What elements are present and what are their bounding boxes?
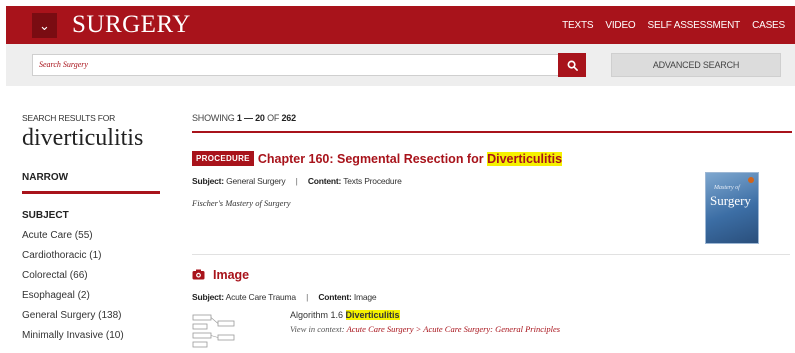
results-count: SHOWING 1 — 20 OF 262 — [192, 113, 792, 123]
subject-label: Subject: — [192, 176, 224, 186]
menu-toggle-button[interactable]: ⌄ — [32, 13, 57, 38]
meta-separator: | — [295, 176, 298, 186]
top-header: ⌄ SURGERY TEXTS VIDEO SELF ASSESSMENT CA… — [6, 6, 795, 44]
results-range: 1 — 20 — [236, 113, 265, 123]
chevron-down-icon: ⌄ — [39, 17, 50, 33]
results-header: SHOWING 1 — 20 OF 262 — [192, 113, 792, 133]
cover-title-line2: Surgery — [710, 193, 751, 208]
facet-general-surgery[interactable]: General Surgery (138) — [22, 310, 162, 321]
algorithm-label: Algorithm 1.6 — [290, 310, 346, 320]
narrow-divider — [22, 191, 160, 194]
subject-label: Subject: — [192, 292, 224, 302]
subject-heading: SUBJECT — [22, 210, 69, 221]
advanced-search-button[interactable]: ADVANCED SEARCH — [611, 53, 781, 77]
subject-value: Acute Care Trauma — [225, 292, 297, 302]
context-link[interactable]: Acute Care Surgery > Acute Care Surgery:… — [347, 324, 560, 334]
result-title-text: Chapter 160: Segmental Resection for — [257, 151, 488, 166]
meta-separator: | — [306, 292, 309, 302]
search-icon — [567, 60, 578, 71]
result-title-link[interactable]: Chapter 160: Segmental Resection for Div… — [257, 151, 563, 166]
cover-title-line1: Mastery of — [714, 185, 740, 191]
result-title-link[interactable]: Image — [213, 268, 249, 282]
cover-badge — [748, 177, 754, 183]
result-item-image: Image Subject: Acute Care Trauma | Conte… — [192, 266, 792, 302]
nav-video[interactable]: VIDEO — [605, 20, 635, 31]
showing-label: SHOWING — [192, 113, 235, 123]
content-label: Content: — [307, 176, 342, 186]
context-label: View in context: — [290, 324, 345, 334]
results-total: 262 — [281, 113, 296, 123]
search-band: Search Surgery ADVANCED SEARCH — [6, 44, 795, 86]
view-in-context: View in context: Acute Care Surgery > Ac… — [290, 324, 560, 334]
facet-acute-care[interactable]: Acute Care (55) — [22, 230, 162, 241]
content-label: Content: — [318, 292, 352, 302]
facet-minimally-invasive[interactable]: Minimally Invasive (10) — [22, 330, 162, 341]
result-meta: Subject: General Surgery | Content: Text… — [192, 176, 792, 186]
result-source: Fischer's Mastery of Surgery — [192, 198, 291, 208]
top-nav: TEXTS VIDEO SELF ASSESSMENT CASES — [562, 6, 785, 44]
search-input[interactable]: Search Surgery — [32, 54, 564, 76]
search-query-term: diverticulitis — [22, 125, 144, 151]
book-cover-image[interactable]: Mastery of Surgery — [705, 172, 759, 244]
algorithm-caption: Algorithm 1.6 Diverticulitis — [290, 310, 400, 320]
facet-esophageal[interactable]: Esophageal (2) — [22, 290, 162, 301]
content-value: Texts Procedure — [343, 176, 402, 186]
facet-colorectal[interactable]: Colorectal (66) — [22, 270, 162, 281]
type-tag: PROCEDURE — [192, 151, 254, 167]
result-item-procedure: PROCEDURE Chapter 160: Segmental Resectio… — [192, 150, 792, 208]
nav-cases[interactable]: CASES — [752, 20, 785, 31]
algorithm-thumbnail[interactable] — [192, 313, 238, 353]
results-divider — [192, 131, 792, 133]
highlighted-term: Diverticulitis — [345, 310, 400, 320]
site-brand[interactable]: SURGERY — [72, 11, 191, 39]
result-separator — [192, 254, 790, 255]
result-meta: Subject: Acute Care Trauma | Content: Im… — [192, 292, 792, 302]
subject-value: General Surgery — [226, 176, 286, 186]
left-sidebar: SEARCH RESULTS FOR diverticulitis NARROW… — [22, 113, 162, 341]
highlighted-term: Diverticulitis — [487, 151, 563, 166]
content-value: Image — [353, 292, 377, 302]
camera-icon — [192, 269, 205, 280]
nav-self-assessment[interactable]: SELF ASSESSMENT — [648, 20, 741, 31]
narrow-heading: NARROW — [22, 172, 69, 183]
nav-texts[interactable]: TEXTS — [562, 20, 593, 31]
facet-cardiothoracic[interactable]: Cardiothoracic (1) — [22, 250, 162, 261]
search-results-for-label: SEARCH RESULTS FOR — [22, 113, 116, 123]
of-label: OF — [267, 113, 280, 123]
search-button[interactable] — [558, 53, 586, 77]
